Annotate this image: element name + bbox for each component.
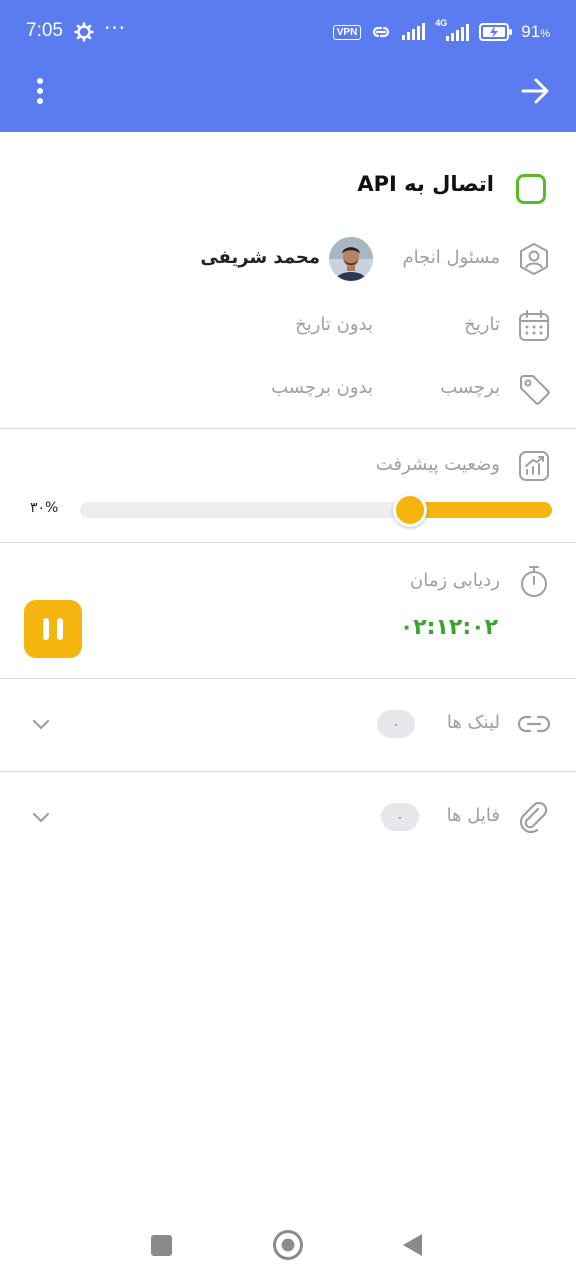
pause-button[interactable] xyxy=(24,600,82,658)
status-time: 7:05 xyxy=(26,20,63,41)
calendar-icon xyxy=(519,310,549,341)
pause-icon xyxy=(57,618,63,640)
divider xyxy=(0,542,576,543)
date-label: تاریخ xyxy=(464,314,500,335)
tag-value[interactable]: بدون برچسب xyxy=(271,377,373,398)
avatar[interactable] xyxy=(329,237,373,281)
divider xyxy=(0,771,576,772)
tag-label: برچسب xyxy=(440,377,500,398)
progress-percent: ۳۰% xyxy=(30,500,59,516)
links-count-badge: ۰ xyxy=(377,710,415,738)
back-arrow-icon[interactable] xyxy=(520,76,550,106)
system-back-button[interactable] xyxy=(402,1233,424,1257)
status-more-icon: ··· xyxy=(104,16,127,40)
task-title[interactable]: اتصال به API xyxy=(357,172,494,196)
files-count-badge: ۰ xyxy=(381,803,419,831)
more-options-icon[interactable] xyxy=(28,76,52,106)
pause-icon xyxy=(43,618,49,640)
status-indicators: VPN 4G 91% xyxy=(332,18,550,44)
recent-apps-button[interactable] xyxy=(151,1235,172,1256)
chart-growth-icon xyxy=(519,451,549,481)
status-bar: 7:05 ··· VPN 4G 91% xyxy=(0,0,576,64)
home-icon xyxy=(281,1238,295,1252)
app-header: 7:05 ··· VPN 4G 91% xyxy=(0,0,576,132)
home-button[interactable] xyxy=(273,1230,303,1260)
chevron-down-icon[interactable] xyxy=(30,806,52,828)
progress-slider-fill xyxy=(410,502,552,518)
link-icon xyxy=(517,715,551,733)
links-label[interactable]: لینک ها xyxy=(447,712,500,733)
progress-slider[interactable] xyxy=(80,493,552,527)
assignee-name[interactable]: محمد شریفی xyxy=(200,247,320,268)
divider xyxy=(0,678,576,679)
timer-display: ۰۲:۱۲:۰۲ xyxy=(399,615,498,640)
battery-charging-icon xyxy=(479,23,513,41)
battery-percent: 91% xyxy=(521,22,550,41)
user-hexagon-icon xyxy=(520,243,548,275)
signal-1-icon xyxy=(402,23,426,40)
vpn-badge: VPN xyxy=(332,24,362,40)
files-label[interactable]: فایل ها xyxy=(447,805,500,826)
date-value[interactable]: بدون تاریخ xyxy=(295,314,373,335)
time-tracking-label: ردیابی زمان xyxy=(410,570,500,591)
signal-2-icon: 4G xyxy=(435,18,471,42)
tag-icon xyxy=(520,375,550,405)
divider xyxy=(0,428,576,429)
hotspot-link-icon xyxy=(373,26,390,38)
task-complete-checkbox[interactable] xyxy=(516,174,546,204)
progress-slider-thumb[interactable] xyxy=(393,493,427,527)
stopwatch-icon xyxy=(521,566,547,597)
paperclip-icon xyxy=(519,801,548,834)
chevron-down-icon[interactable] xyxy=(30,713,52,735)
settings-gear-icon xyxy=(74,22,94,42)
assignee-label: مسئول انجام xyxy=(402,247,501,268)
progress-label: وضعیت پیشرفت xyxy=(375,454,500,475)
